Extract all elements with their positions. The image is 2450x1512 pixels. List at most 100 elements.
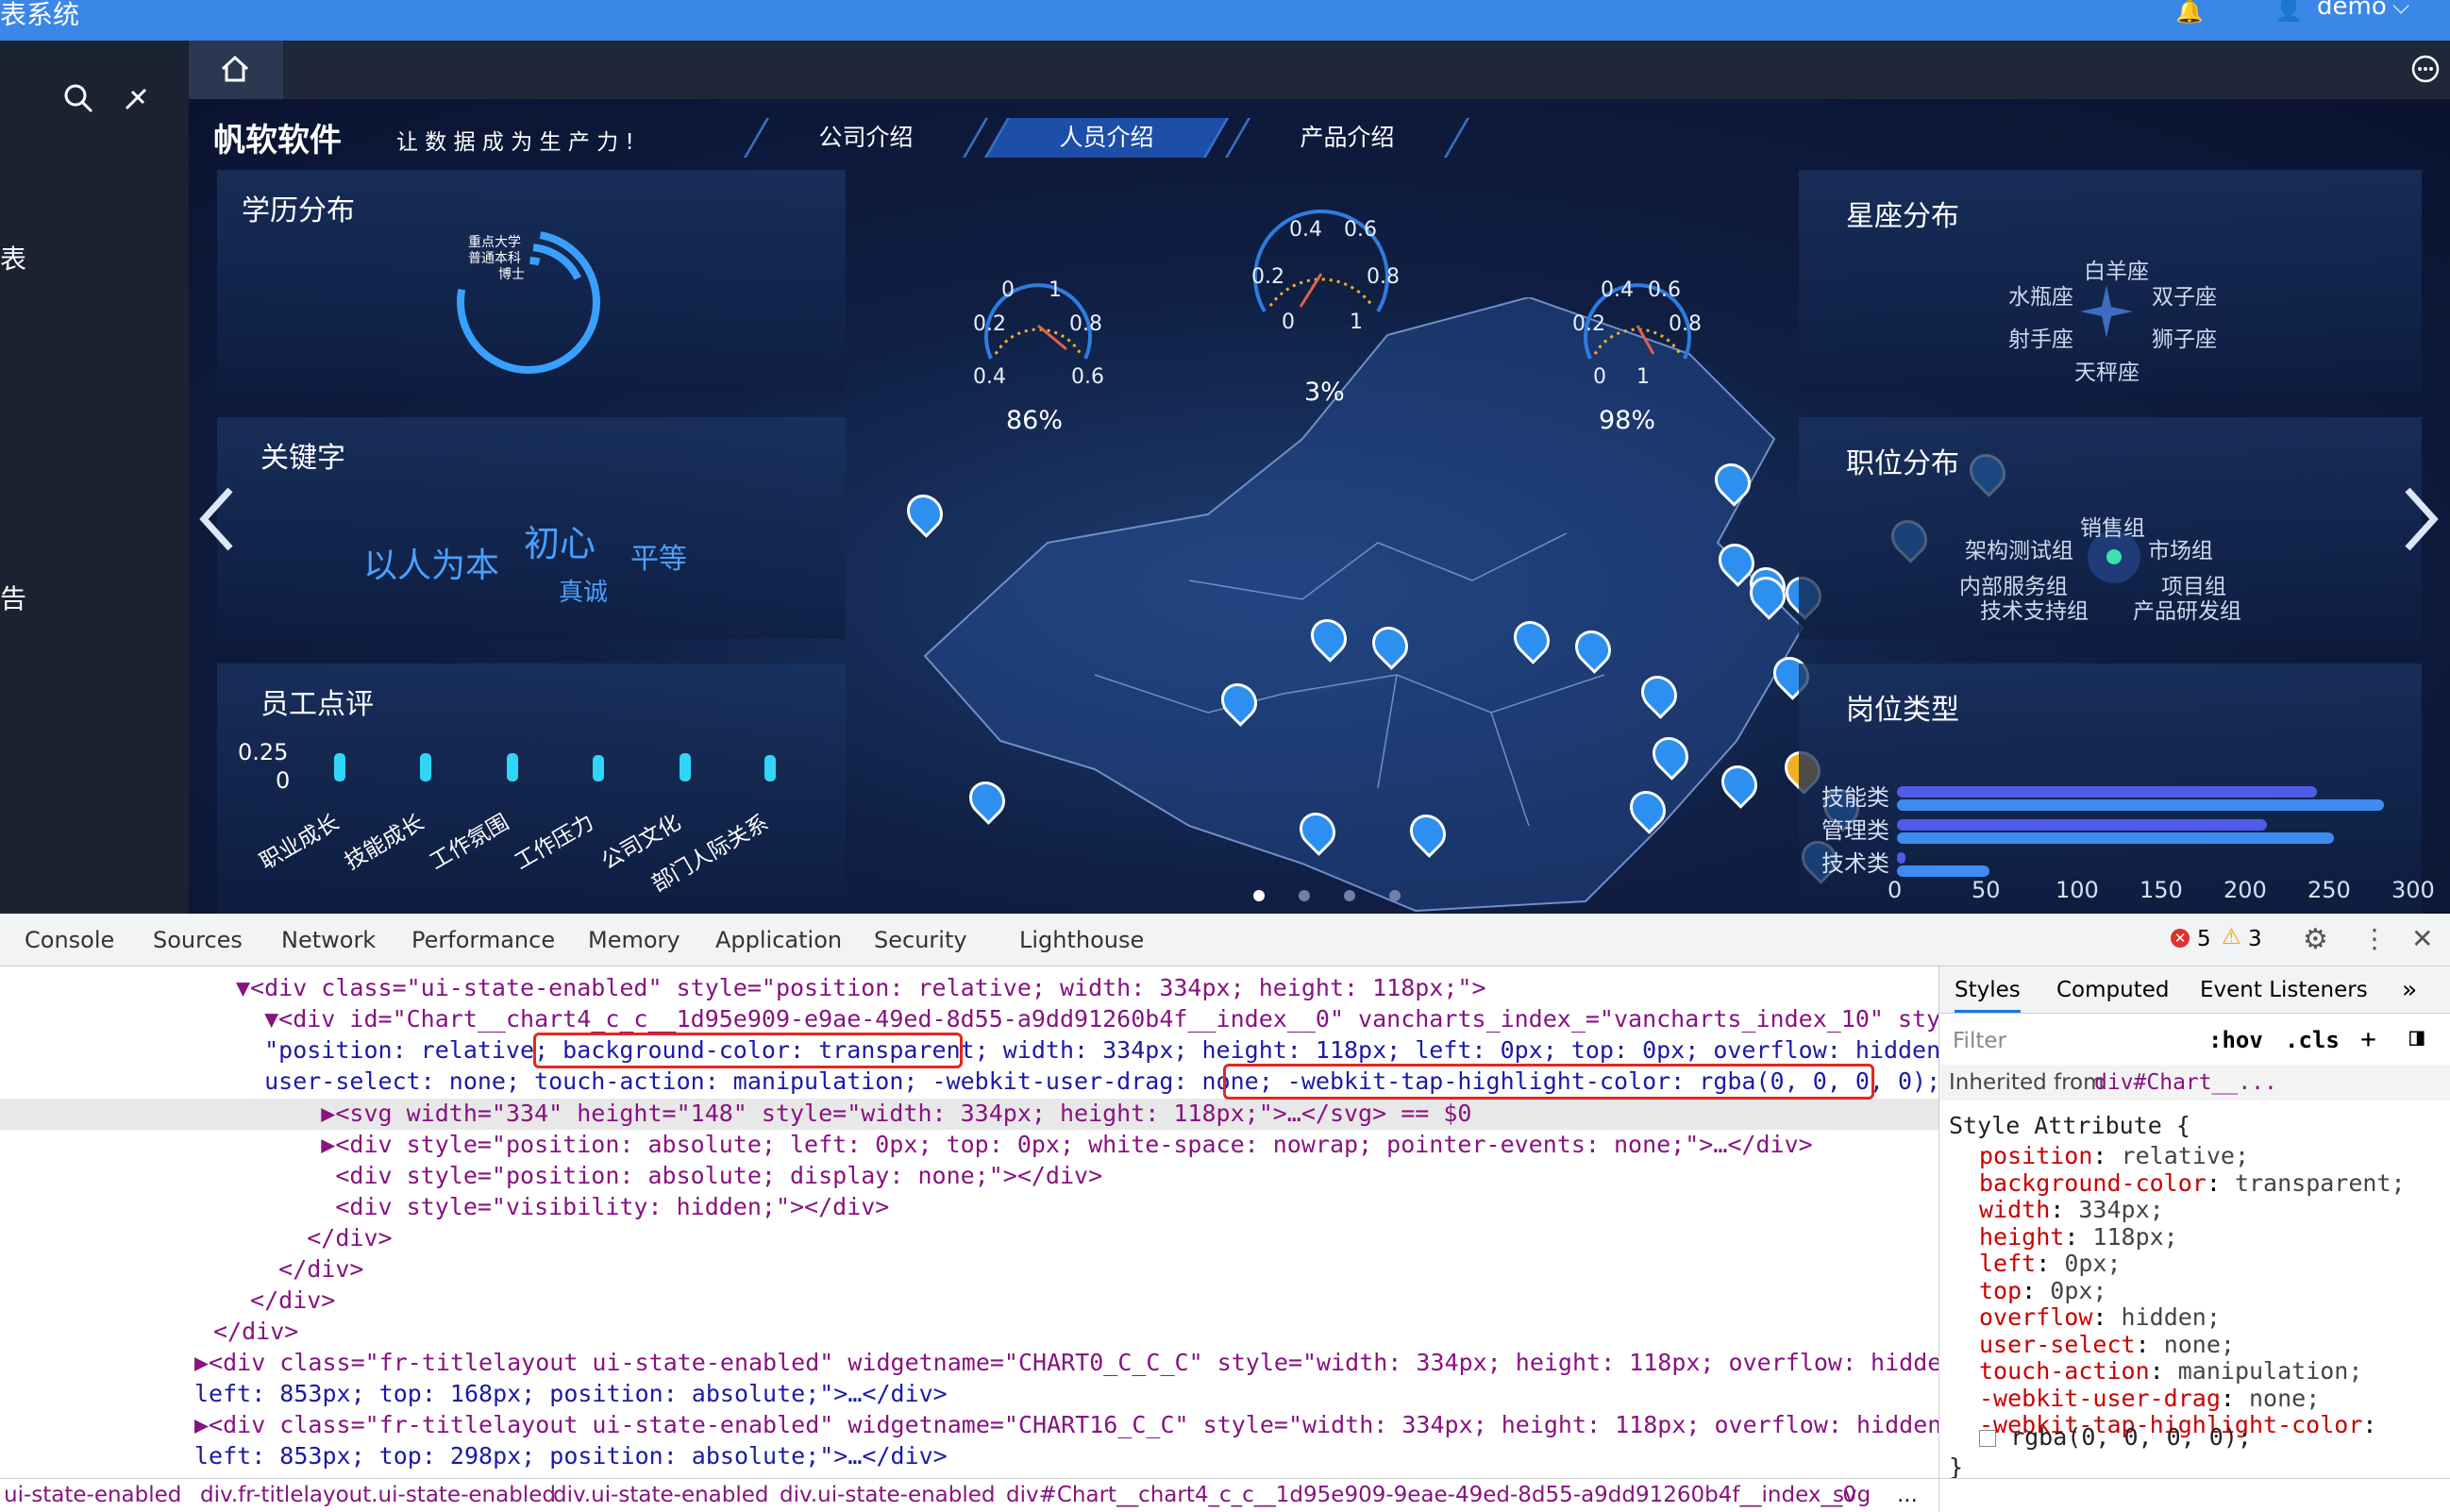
tab-application[interactable]: Application bbox=[715, 927, 842, 953]
style-prop-name[interactable]: -webkit-user-drag bbox=[1979, 1385, 2221, 1412]
breadcrumb-item[interactable]: ui-state-enabled bbox=[4, 1483, 181, 1507]
style-property[interactable]: position: relative; bbox=[1979, 1142, 2249, 1169]
style-property[interactable]: overflow: hidden; bbox=[1979, 1303, 2221, 1331]
breadcrumb-item[interactable]: ... bbox=[1897, 1483, 1918, 1507]
style-prop-value[interactable]: relative; bbox=[2106, 1142, 2249, 1169]
dom-node[interactable]: </div> bbox=[236, 1255, 363, 1283]
tab-product[interactable]: 产品介绍 bbox=[1224, 118, 1470, 158]
style-prop-value[interactable]: 118px; bbox=[2078, 1223, 2177, 1251]
bar[interactable] bbox=[1897, 865, 1989, 877]
breadcrumb-item[interactable]: svg bbox=[1833, 1483, 1871, 1507]
user-name[interactable]: demo bbox=[2317, 0, 2387, 21]
warning-icon[interactable]: ⚠ bbox=[2222, 925, 2241, 949]
style-value[interactable]: rgba(0, 0, 0, 0); bbox=[2010, 1423, 2252, 1451]
style-prop-name[interactable]: top bbox=[1979, 1277, 2022, 1304]
bar[interactable] bbox=[1897, 832, 2334, 844]
dom-attr-line[interactable]: "position: relative; background-color: t… bbox=[236, 1036, 1938, 1064]
style-prop-value[interactable]: 0px; bbox=[2050, 1250, 2121, 1277]
search-icon[interactable] bbox=[62, 82, 94, 114]
tab-overflow[interactable]: » bbox=[2402, 976, 2417, 1004]
dom-node[interactable]: ▼<div class="ui-state-enabled" style="po… bbox=[236, 974, 1486, 1001]
add-rule-icon[interactable]: + bbox=[2360, 1023, 2376, 1054]
user-icon[interactable]: 👤 bbox=[2274, 0, 2303, 23]
color-swatch[interactable] bbox=[1979, 1430, 1996, 1447]
inherited-element-link[interactable]: div#Chart__... bbox=[2094, 1070, 2277, 1095]
tab-event-listeners[interactable]: Event Listeners bbox=[2200, 978, 2368, 1002]
style-prop-value[interactable]: 0px; bbox=[2036, 1277, 2106, 1304]
styles-filter-input[interactable]: Filter bbox=[1953, 1029, 2006, 1053]
sidebar-item[interactable]: 表 bbox=[0, 239, 26, 277]
tab-security[interactable]: Security bbox=[874, 927, 967, 953]
style-prop-name[interactable]: height bbox=[1979, 1223, 2064, 1251]
arrow-left-icon[interactable] bbox=[198, 486, 236, 552]
arrow-right-icon[interactable] bbox=[2402, 486, 2440, 552]
style-property[interactable]: width: 334px; bbox=[1979, 1196, 2164, 1223]
dom-node-selected[interactable]: ▶<svg width="334" height="148" style="wi… bbox=[236, 1100, 1471, 1127]
style-property[interactable]: -webkit-user-drag: none; bbox=[1979, 1385, 2320, 1412]
breadcrumb-item[interactable]: div.fr-titlelayout.ui-state-enabled bbox=[200, 1483, 556, 1507]
dom-node[interactable]: ▼<div id="Chart__chart4_c_c__1d95e909-e9… bbox=[236, 1005, 1938, 1033]
style-last-value[interactable]: rgba(0, 0, 0, 0); bbox=[1979, 1423, 2252, 1451]
tab-company[interactable]: 公司介绍 bbox=[743, 118, 989, 158]
tab-styles[interactable]: Styles bbox=[1955, 978, 2021, 1013]
dom-node[interactable]: ▶<div class="fr-titlelayout ui-state-ena… bbox=[194, 1349, 1938, 1376]
style-property[interactable]: top: 0px; bbox=[1979, 1277, 2106, 1304]
style-prop-value[interactable]: none; bbox=[2235, 1385, 2320, 1412]
hov-toggle[interactable]: :hov bbox=[2208, 1027, 2263, 1053]
dom-node[interactable]: </div> bbox=[236, 1286, 335, 1314]
style-property[interactable]: height: 118px; bbox=[1979, 1223, 2178, 1251]
bar[interactable] bbox=[1897, 852, 1905, 864]
dom-node[interactable]: ▶<div class="fr-titlelayout ui-state-ena… bbox=[194, 1411, 1938, 1438]
tab-staff[interactable]: 人员介绍 bbox=[983, 118, 1230, 158]
dom-attr-line[interactable]: left: 853px; top: 298px; position: absol… bbox=[194, 1442, 948, 1470]
style-property[interactable]: touch-action: manipulation; bbox=[1979, 1357, 2362, 1385]
tab-sources[interactable]: Sources bbox=[153, 927, 243, 953]
error-count[interactable]: 5 bbox=[2197, 927, 2211, 951]
tab-performance[interactable]: Performance bbox=[411, 927, 555, 953]
bar[interactable] bbox=[1897, 799, 2385, 811]
dom-node[interactable]: ▶<div style="position: absolute; left: 0… bbox=[236, 1131, 1812, 1158]
dom-attr-line[interactable]: left: 853px; top: 168px; position: absol… bbox=[194, 1380, 948, 1407]
cls-toggle[interactable]: .cls bbox=[2285, 1027, 2340, 1053]
chevron-down-icon[interactable]: ⌵ bbox=[2392, 0, 2409, 19]
style-property[interactable]: left: 0px; bbox=[1979, 1250, 2122, 1277]
sidebar-item[interactable]: 告 bbox=[0, 579, 26, 616]
style-prop-name[interactable]: overflow bbox=[1979, 1303, 2092, 1331]
tab-network[interactable]: Network bbox=[281, 927, 376, 953]
style-prop-value[interactable]: hidden; bbox=[2106, 1303, 2221, 1331]
unpin-icon[interactable] bbox=[121, 82, 153, 114]
style-prop-value[interactable]: none; bbox=[2150, 1331, 2235, 1358]
style-prop-value[interactable]: 334px; bbox=[2064, 1196, 2163, 1223]
tab-memory[interactable]: Memory bbox=[588, 927, 680, 953]
bell-icon[interactable]: 🔔 bbox=[2175, 0, 2204, 25]
gear-icon[interactable]: ⚙ bbox=[2303, 923, 2328, 956]
style-prop-value[interactable]: manipulation; bbox=[2164, 1357, 2363, 1385]
bar[interactable] bbox=[1897, 786, 2317, 798]
dom-node[interactable]: <div style="visibility: hidden;"></div> bbox=[236, 1193, 889, 1220]
style-prop-value[interactable]: transparent; bbox=[2221, 1169, 2406, 1197]
breadcrumb-item[interactable]: div#Chart__chart4_c_c__1d95e909-9eae-49e… bbox=[1006, 1483, 1856, 1507]
tab-lighthouse[interactable]: Lighthouse bbox=[1019, 927, 1144, 953]
style-prop-name[interactable]: width bbox=[1979, 1196, 2050, 1223]
dom-node[interactable]: <div style="position: absolute; display:… bbox=[236, 1162, 1102, 1189]
kebab-menu-icon[interactable]: ⋮ bbox=[2361, 923, 2388, 954]
style-prop-name[interactable]: background-color bbox=[1979, 1169, 2207, 1197]
warning-count[interactable]: 3 bbox=[2248, 927, 2262, 951]
style-prop-name[interactable]: position bbox=[1979, 1142, 2092, 1169]
style-prop-name[interactable]: left bbox=[1979, 1250, 2036, 1277]
pager-dot[interactable] bbox=[1344, 890, 1355, 901]
error-icon[interactable]: ✕ bbox=[2171, 929, 2190, 948]
pager-dot-active[interactable] bbox=[1253, 890, 1265, 901]
pager-dot[interactable] bbox=[1299, 890, 1310, 901]
tab-console[interactable]: Console bbox=[25, 927, 114, 953]
breadcrumb-item[interactable]: div.ui-state-enabled bbox=[553, 1483, 769, 1507]
style-property[interactable]: user-select: none; bbox=[1979, 1331, 2235, 1358]
more-options-icon[interactable] bbox=[2410, 54, 2441, 84]
tab-computed[interactable]: Computed bbox=[2056, 978, 2169, 1002]
breadcrumb-item[interactable]: div.ui-state-enabled bbox=[780, 1483, 996, 1507]
pager-dot[interactable] bbox=[1389, 890, 1401, 901]
style-property[interactable]: background-color: transparent; bbox=[1979, 1169, 2406, 1197]
style-prop-name[interactable]: user-select bbox=[1979, 1331, 2136, 1358]
close-icon[interactable]: ✕ bbox=[2411, 923, 2433, 954]
home-tab[interactable] bbox=[189, 41, 283, 99]
